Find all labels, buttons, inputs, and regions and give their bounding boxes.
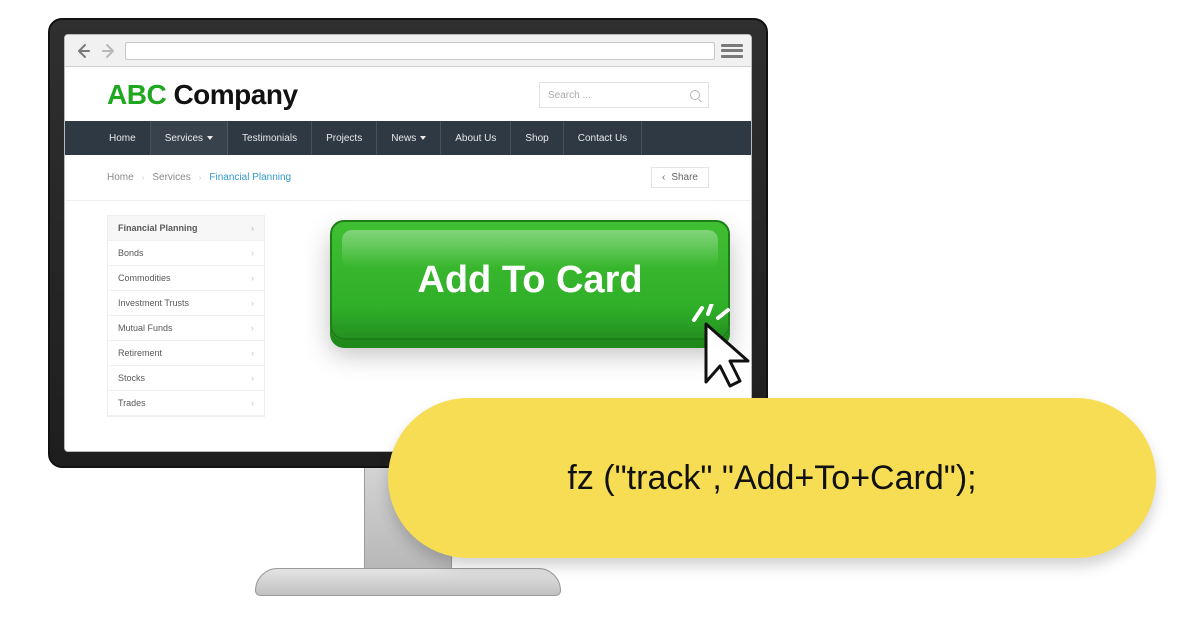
nav-projects[interactable]: Projects <box>312 121 377 155</box>
sidebar-item-mutual-funds[interactable]: Mutual Funds › <box>108 316 264 341</box>
sidebar-item-investment-trusts[interactable]: Investment Trusts › <box>108 291 264 316</box>
sidebar: Financial Planning › Bonds › Commodities… <box>107 215 265 417</box>
chevron-right-icon: › <box>251 323 254 333</box>
search-input[interactable]: Search ... <box>539 82 709 108</box>
breadcrumb-row: Home › Services › Financial Planning ‹ S… <box>65 155 751 201</box>
add-to-card-button[interactable]: Add To Card <box>330 220 730 340</box>
sidebar-item-financial-planning[interactable]: Financial Planning › <box>108 216 264 241</box>
menu-button[interactable] <box>721 42 743 60</box>
sidebar-item-label: Mutual Funds <box>118 323 173 333</box>
chevron-right-icon: › <box>251 248 254 258</box>
crumb-services[interactable]: Services <box>152 172 190 183</box>
nav-label: Home <box>109 133 136 144</box>
share-label: Share <box>671 172 698 183</box>
chevron-right-icon: › <box>251 348 254 358</box>
nav-label: News <box>391 133 416 144</box>
hamburger-icon <box>721 44 743 47</box>
browser-bar <box>65 35 751 67</box>
arrow-left-icon <box>75 43 91 59</box>
chevron-right-icon: › <box>251 398 254 408</box>
site-header: ABC Company Search ... <box>65 67 751 121</box>
monitor-stand-base <box>255 568 561 596</box>
nav-label: About Us <box>455 133 496 144</box>
code-text: fz ("track","Add+To+Card"); <box>567 459 976 498</box>
nav-about[interactable]: About Us <box>441 121 511 155</box>
sidebar-item-retirement[interactable]: Retirement › <box>108 341 264 366</box>
nav-home[interactable]: Home <box>95 121 151 155</box>
nav-label: Shop <box>525 133 548 144</box>
chevron-right-icon: › <box>251 298 254 308</box>
share-icon: ‹ <box>662 172 665 183</box>
sidebar-item-label: Commodities <box>118 273 171 283</box>
back-button[interactable] <box>73 41 93 61</box>
main-nav: Home Services Testimonials Projects News <box>65 121 751 155</box>
nav-label: Projects <box>326 133 362 144</box>
chevron-down-icon <box>207 136 213 140</box>
nav-label: Contact Us <box>578 133 627 144</box>
logo-abc: ABC <box>107 79 166 110</box>
sidebar-item-label: Investment Trusts <box>118 298 189 308</box>
nav-services[interactable]: Services <box>151 121 228 155</box>
sidebar-item-commodities[interactable]: Commodities › <box>108 266 264 291</box>
chevron-right-icon: › <box>251 273 254 283</box>
sidebar-item-stocks[interactable]: Stocks › <box>108 366 264 391</box>
cta-label: Add To Card <box>417 259 642 302</box>
chevron-down-icon <box>420 136 426 140</box>
chevron-right-icon: › <box>251 373 254 383</box>
sidebar-item-label: Retirement <box>118 348 162 358</box>
logo-rest: Company <box>166 79 297 110</box>
nav-contact[interactable]: Contact Us <box>564 121 642 155</box>
search-icon <box>690 90 700 100</box>
crumb-home[interactable]: Home <box>107 172 134 183</box>
forward-button[interactable] <box>99 41 119 61</box>
breadcrumb: Home › Services › Financial Planning <box>107 172 291 183</box>
chevron-right-icon: › <box>251 223 254 233</box>
nav-label: Testimonials <box>242 133 297 144</box>
code-bubble: fz ("track","Add+To+Card"); <box>388 398 1156 558</box>
sidebar-item-bonds[interactable]: Bonds › <box>108 241 264 266</box>
sidebar-item-label: Bonds <box>118 248 144 258</box>
arrow-right-icon <box>101 43 117 59</box>
sidebar-item-label: Stocks <box>118 373 145 383</box>
sidebar-item-label: Trades <box>118 398 146 408</box>
share-button[interactable]: ‹ Share <box>651 167 709 188</box>
chevron-right-icon: › <box>142 173 145 182</box>
nav-shop[interactable]: Shop <box>511 121 563 155</box>
address-bar[interactable] <box>125 42 715 60</box>
sidebar-item-trades[interactable]: Trades › <box>108 391 264 416</box>
nav-testimonials[interactable]: Testimonials <box>228 121 312 155</box>
nav-label: Services <box>165 133 203 144</box>
logo[interactable]: ABC Company <box>107 79 298 111</box>
chevron-right-icon: › <box>199 173 202 182</box>
sidebar-item-label: Financial Planning <box>118 223 198 233</box>
crumb-current: Financial Planning <box>209 172 291 183</box>
search-placeholder: Search ... <box>548 90 690 101</box>
nav-news[interactable]: News <box>377 121 441 155</box>
